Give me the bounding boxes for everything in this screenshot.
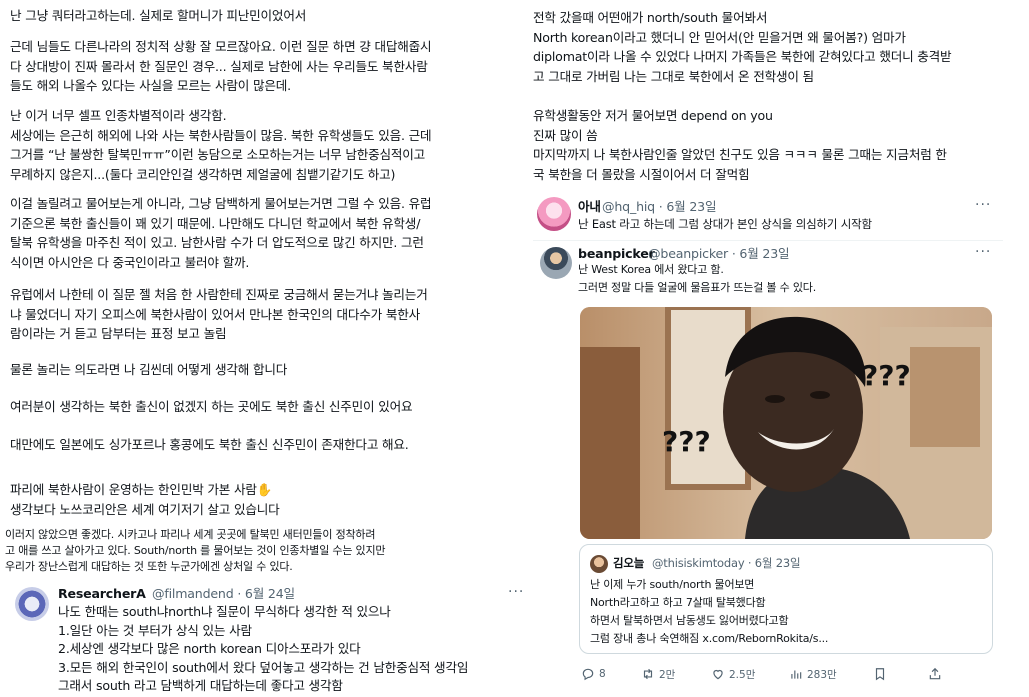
author-handle-date[interactable]: @beanpicker · 6월 23일 bbox=[648, 244, 790, 263]
meme-illustration bbox=[580, 307, 992, 539]
post-text-line: 무례하지 않은지...(둘다 코리안인걸 생각하면 제얼굴에 침뱉기같기도 하고… bbox=[10, 166, 396, 182]
avatar[interactable] bbox=[15, 587, 49, 621]
share-button[interactable] bbox=[928, 666, 942, 682]
more-icon[interactable]: ··· bbox=[975, 244, 991, 260]
post-text-line: diplomat이라 나올 수 있었다 나머지 가족들은 북한에 갇혀있다고 했… bbox=[533, 49, 952, 65]
reply-text-line: 그러면 정말 다들 얼굴에 물음표가 뜨는걸 볼 수 있다. bbox=[578, 281, 816, 294]
post-text-line: 람이라는 거 듣고 담부터는 표정 보고 놀림 bbox=[10, 326, 227, 342]
post-text-line: 전학 갔을때 어떤애가 north/south 물어봐서 bbox=[533, 10, 768, 25]
quoted-text-line: North라고하고 하고 7살때 탈북했다함 bbox=[590, 596, 766, 609]
post-text-line: 탈북 유학생을 마주친 적이 있고. 남한사람 수가 더 압도적으로 많긴 하지… bbox=[10, 235, 424, 251]
reply-text-line: 3.모든 해외 한국인이 south에서 왔다 덮어놓고 생각하는 건 남한중심… bbox=[58, 659, 469, 675]
post-text-line: 난 그냥 쿼터라고하는데. 실제로 할머니가 피난민이었어서 bbox=[10, 8, 307, 23]
views-button[interactable]: 283만 bbox=[789, 666, 837, 682]
post-text-line: 그거를 “난 불쌍한 탈북민ㅠㅠ”이런 농담으로 소모하는거는 너무 남한중심적… bbox=[10, 147, 426, 163]
like-count: 2.5만 bbox=[729, 668, 756, 681]
quoted-tweet[interactable]: 김오늘 @thisiskimtoday · 6월 23일 난 이제 누가 sou… bbox=[579, 544, 993, 654]
author-handle-date[interactable]: @filmandend · 6월 24일 bbox=[152, 584, 295, 603]
post-text-line: 유학생활동안 저거 물어보면 depend on you bbox=[533, 108, 773, 123]
avatar[interactable] bbox=[540, 247, 572, 279]
meme-question-left: ??? bbox=[662, 425, 711, 458]
post-text-line: 고 그대로 가버림 나는 그대로 북한에서 온 전학생이 됨 bbox=[533, 68, 814, 84]
left-column: 난 그냥 쿼터라고하는데. 실제로 할머니가 피난민이었어서근데 님들도 다른나… bbox=[0, 0, 545, 697]
reply-count: 8 bbox=[599, 668, 606, 680]
post-text-line: 들도 해외 나올수 있다는 사실을 모르는 사람이 많은데. bbox=[10, 78, 291, 94]
author-handle-date: @thisiskimtoday · 6월 23일 bbox=[652, 556, 801, 570]
author-name[interactable]: beanpicker bbox=[578, 244, 655, 263]
post-text-line: 대만에도 일본에도 싱가포르나 홍콩에도 북한 출신 신주민이 존재한다고 해요… bbox=[10, 437, 409, 452]
post-text-line: 국 북한을 더 몰랐을 시절이어서 더 잘먹힘 bbox=[533, 166, 750, 182]
post-text-line: 기준으론 북한 출신들이 꽤 있기 때문에. 나만해도 다니던 학교에서 북한 … bbox=[10, 215, 421, 231]
quoted-text-line: 하면서 탈북하면서 남동생도 잃어버렸다고함 bbox=[590, 614, 789, 627]
heart-icon bbox=[713, 669, 723, 680]
post-text-line: North korean이라고 했더니 안 믿어서(안 믿을거면 왜 물어봄?)… bbox=[533, 29, 906, 45]
post-text-line: 식이면 아시안은 다 중국인이라고 불러야 할까. bbox=[10, 254, 250, 270]
reply-text-line: 난 West Korea 에서 왔다고 함. bbox=[578, 263, 724, 276]
author-name[interactable]: ResearcherA bbox=[58, 584, 146, 603]
like-button[interactable]: 2.5만 bbox=[711, 666, 755, 682]
post-text-line: 여러분이 생각하는 북한 출신이 없겠지 하는 곳에도 북한 출신 신주민이 있… bbox=[10, 399, 413, 414]
post-text-line: 유럽에서 나한테 이 질문 젤 처음 한 사람한테 진짜로 궁금해서 묻는거냐 … bbox=[10, 287, 428, 302]
post-text-line: 파리에 북한사람이 운영하는 한인민박 가본 사람✋ bbox=[10, 482, 273, 497]
retweet-icon bbox=[643, 668, 653, 680]
reply-text: 난 East 라고 하는데 그럼 상대가 본인 상식을 의심하기 시작함 bbox=[578, 217, 872, 231]
author-name: 김오늘 bbox=[613, 556, 645, 570]
post-text-line: 우리가 장난스럽게 대답하는 것 또한 누군가에겐 상처일 수 있다. bbox=[5, 560, 293, 573]
right-column: 전학 갔을때 어떤애가 north/south 물어봐서 North korean… bbox=[533, 0, 1029, 697]
retweet-button[interactable]: 2만 bbox=[641, 666, 675, 682]
quoted-text-line: 난 이제 누가 south/north 물어보면 bbox=[590, 578, 755, 591]
reply-button[interactable]: 8 bbox=[581, 666, 606, 682]
more-icon[interactable]: ··· bbox=[975, 197, 991, 213]
views-count: 283만 bbox=[807, 668, 837, 681]
post-text-line: 고 애를 쓰고 살아가고 있다. South/north 를 물어보는 것이 인… bbox=[5, 544, 386, 557]
quoted-text-line: 그럼 장내 총나 숙연해짐 x.com/RebornRokita/s... bbox=[590, 632, 829, 645]
author-name[interactable]: 아내 bbox=[578, 197, 601, 216]
divider bbox=[533, 240, 1003, 241]
reply-text-line: 1.일단 아는 것 부터가 상식 있는 사람 bbox=[58, 622, 252, 638]
post-text-line: 진짜 많이 씀 bbox=[533, 127, 598, 143]
post-text-line: 마지막까지 나 북한사람인줄 알았던 친구도 있음 ㅋㅋㅋ 물론 그때는 지금처… bbox=[533, 147, 947, 163]
meme-question-right: ??? bbox=[862, 359, 911, 392]
post-text-line: 생각보다 노쓰코리안은 세계 여기저기 살고 있습니다 bbox=[10, 501, 280, 517]
post-text-line: 이러지 않았으면 좋겠다. 시카고나 파리나 세계 곳곳에 탈북민 새터민들이 … bbox=[5, 528, 376, 541]
avatar bbox=[590, 555, 608, 573]
share-icon bbox=[929, 667, 941, 680]
post-text-line: 난 이거 너무 셀프 인종차별적이라 생각함. bbox=[10, 108, 227, 123]
reply-icon bbox=[582, 668, 594, 681]
post-text-line: 이걸 놀릴려고 물어보는게 아니라, 그냥 담백하게 물어보는거면 그럴 수 있… bbox=[10, 196, 432, 211]
reaction-image[interactable]: ??? ??? bbox=[580, 307, 992, 539]
bookmark-button[interactable] bbox=[873, 666, 887, 682]
more-icon[interactable]: ··· bbox=[508, 584, 524, 600]
retweet-count: 2만 bbox=[659, 668, 676, 681]
post-text-line: 근데 님들도 다른나라의 정치적 상황 잘 모르잖아요. 이런 질문 하면 걍 … bbox=[10, 39, 432, 54]
post-text-line: 다 상대방이 진짜 몰라서 한 질문인 경우... 실제로 남한에 사는 우리들… bbox=[10, 58, 428, 74]
bookmark-icon bbox=[875, 668, 885, 681]
views-icon bbox=[791, 670, 802, 679]
reply-text-line: 나도 한때는 south냐north냐 질문이 무식하다 생각한 적 있으나 bbox=[58, 604, 391, 619]
author-handle-date[interactable]: @hq_hiq · 6월 23일 bbox=[602, 197, 717, 216]
post-text-line: 물론 놀리는 의도라면 나 김씬데 어떻게 생각해 합니다 bbox=[10, 362, 288, 377]
reply-text-line: 그래서 south 라고 담백하게 대답하는데 좋다고 생각함 bbox=[58, 678, 343, 694]
post-text-line: 냐 물었더니 자기 오피스에 북한사람이 있어서 만나본 한국인의 대다수가 북… bbox=[10, 306, 420, 322]
reply-text-line: 2.세상엔 생각보다 많은 north korean 디아스포라가 있다 bbox=[58, 641, 361, 657]
post-text-line: 세상에는 은근히 해외에 나와 사는 북한사람들이 많음. 북한 유학생들도 있… bbox=[10, 127, 432, 143]
avatar[interactable] bbox=[537, 197, 571, 231]
